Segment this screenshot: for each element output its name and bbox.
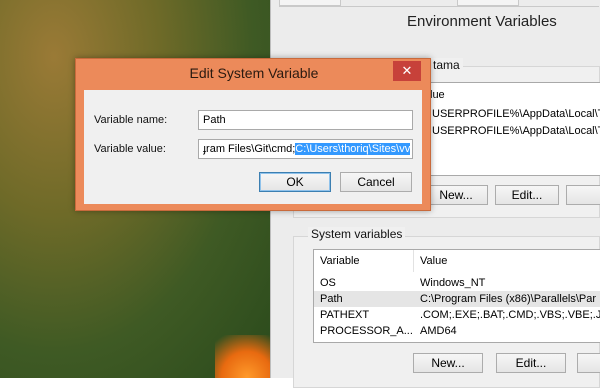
- variable-value-input[interactable]: ɟram Files\Git\cmd;C:\Users\thoriq\Sites…: [198, 139, 413, 159]
- system-variables-list[interactable]: Variable Value OS Windows_NT Path C:\Pro…: [313, 249, 600, 343]
- system-variables-label: System variables: [308, 227, 406, 241]
- user-list-row-value[interactable]: USERPROFILE%\AppData\Local\Ter: [432, 124, 600, 139]
- system-row-value[interactable]: C:\Program Files (x86)\Parallels\Par: [420, 292, 596, 307]
- ok-button[interactable]: OK: [259, 172, 331, 192]
- system-row-variable[interactable]: OS: [320, 276, 336, 291]
- env-tab[interactable]: [457, 0, 519, 6]
- cancel-button[interactable]: Cancel: [340, 172, 412, 192]
- env-tabstrip: [279, 0, 599, 7]
- system-row-variable[interactable]: PROCESSOR_A...: [320, 324, 413, 339]
- edit-system-variable-dialog: Edit System Variable ✕ Variable name: Pa…: [75, 58, 431, 211]
- variable-value-label: Variable value:: [94, 143, 166, 155]
- env-titlebar: Environment Variables: [271, 0, 600, 44]
- system-row-value[interactable]: Windows_NT: [420, 276, 485, 291]
- user-delete-button[interactable]: [566, 185, 600, 205]
- user-new-button[interactable]: New...: [424, 185, 488, 205]
- system-list-header-variable[interactable]: Variable: [314, 250, 414, 272]
- system-row-variable[interactable]: PATHEXT: [320, 308, 369, 323]
- env-tab[interactable]: [279, 0, 341, 6]
- user-list-header-value[interactable]: lue: [430, 88, 445, 103]
- desktop-glow: [215, 335, 270, 378]
- user-edit-button[interactable]: Edit...: [495, 185, 559, 205]
- dialog-body: Variable name: Path Variable value: ɟram…: [84, 90, 422, 204]
- system-list-header-value[interactable]: Value: [414, 250, 600, 272]
- system-row-value[interactable]: .COM;.EXE;.BAT;.CMD;.VBS;.VBE;.JS: [420, 308, 600, 323]
- system-row-value[interactable]: AMD64: [420, 324, 457, 339]
- value-text-before: ɟram Files\Git\cmd;: [203, 143, 296, 155]
- system-edit-button[interactable]: Edit...: [496, 353, 566, 373]
- value-text-selected: C:\Users\thoriq\Sites\vv: [295, 143, 411, 155]
- system-new-button[interactable]: New...: [413, 353, 483, 373]
- user-variables-label: tama: [430, 58, 463, 72]
- dialog-title: Edit System Variable: [189, 65, 319, 81]
- user-list-row-value[interactable]: USERPROFILE%\AppData\Local\Ter: [432, 107, 600, 122]
- system-delete-button[interactable]: [577, 353, 600, 373]
- system-row-variable[interactable]: Path: [320, 292, 343, 307]
- variable-name-label: Variable name:: [94, 114, 168, 126]
- variable-name-input[interactable]: Path: [198, 110, 413, 130]
- env-window-title: Environment Variables: [407, 13, 557, 30]
- close-icon[interactable]: ✕: [393, 61, 421, 81]
